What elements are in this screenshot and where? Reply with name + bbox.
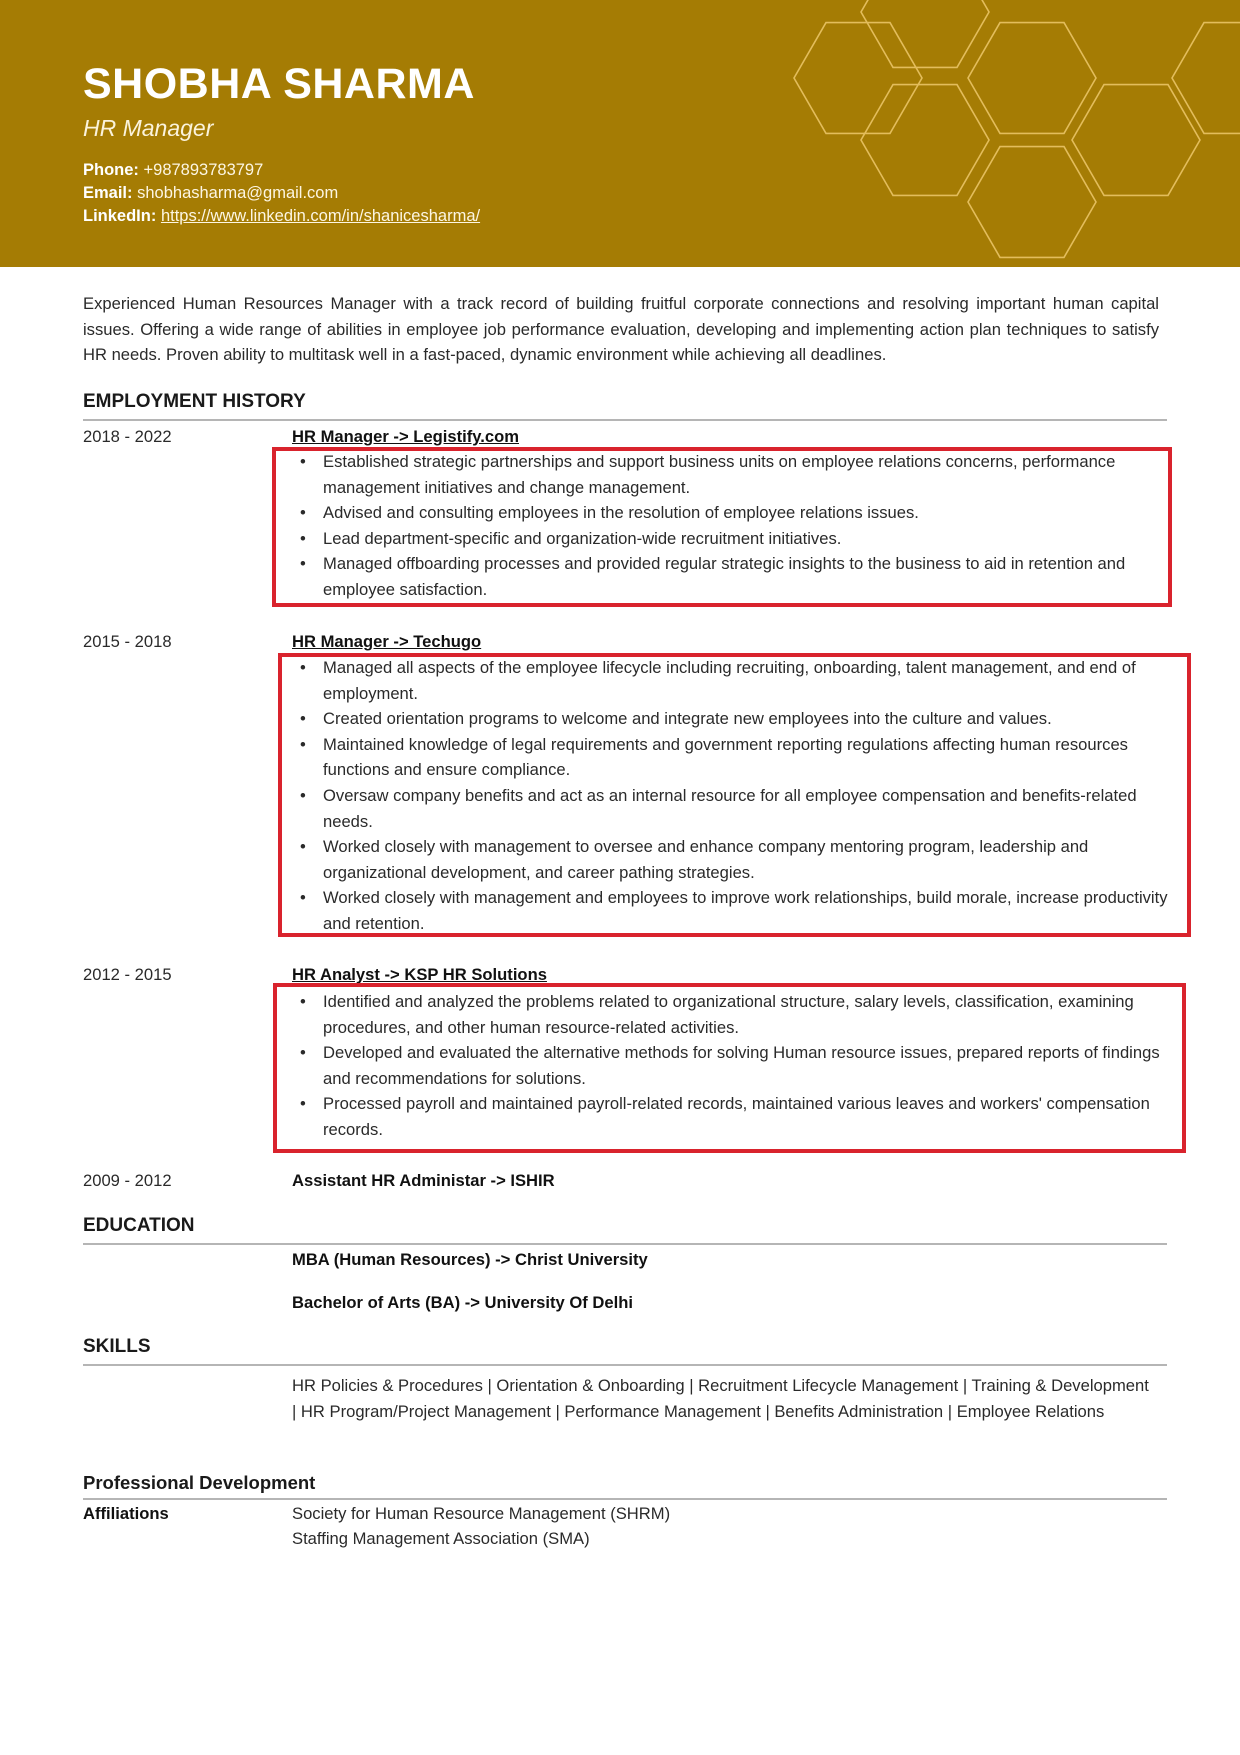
list-item: • Worked closely with management to overs… (292, 834, 1172, 885)
affiliation-item: Society for Human Resource Management (S… (292, 1504, 671, 1523)
contact-linkedin: LinkedIn: https://www.linkedin.com/in/sh… (83, 207, 480, 226)
list-item: • Established strategic partnerships and … (292, 449, 1172, 500)
phone-label: Phone: (83, 161, 139, 179)
candidate-role: HR Manager (83, 115, 214, 141)
education-heading: EDUCATION (83, 1215, 195, 1236)
job-dates: 2018 - 2022 (83, 427, 172, 446)
bullet-text: Worked closely with management to overse… (323, 837, 1089, 882)
email-label: Email: (83, 184, 133, 202)
phone-value: +987893783797 (143, 161, 264, 179)
affiliation-item: Staffing Management Association (SMA) (292, 1529, 590, 1548)
job-bullets: • Managed all aspects of the employee lif… (292, 655, 1172, 937)
hexagon-shape (967, 21, 1097, 135)
bullet-icon: • (300, 785, 306, 805)
list-item: • Identified and analyzed the problems re… (292, 989, 1172, 1040)
bullet-icon: • (300, 709, 306, 729)
section-divider (83, 1364, 1167, 1366)
employment-history-heading: EMPLOYMENT HISTORY (83, 391, 306, 412)
bullet-icon: • (300, 528, 306, 548)
bullet-icon: • (300, 992, 306, 1011)
hexagon-shape (860, 83, 990, 197)
contact-email: Email: shobhasharma@gmail.com (83, 184, 338, 203)
list-item: • Maintained knowledge of legal requireme… (292, 732, 1172, 783)
bullet-icon: • (300, 888, 306, 908)
skills-heading: SKILLS (83, 1336, 151, 1357)
job-dates: 2009 - 2012 (83, 1171, 172, 1190)
bullet-text: Managed offboarding processes and provid… (323, 554, 1126, 599)
candidate-name: SHOBHA SHARMA (83, 60, 475, 108)
list-item: • Developed and evaluated the alternative… (292, 1040, 1172, 1091)
skills-list: HR Policies & Procedures | Orientation &… (292, 1376, 1149, 1421)
bullet-icon: • (300, 554, 306, 574)
job-title: Assistant HR Administar -> ISHIR (292, 1171, 555, 1190)
list-item: • Managed offboarding processes and provi… (292, 551, 1172, 602)
bullet-icon: • (300, 658, 306, 677)
job-bullets: • Identified and analyzed the problems re… (292, 989, 1172, 1143)
bullet-text: Established strategic partnerships and s… (323, 452, 1116, 497)
education-item: MBA (Human Resources) -> Christ Universi… (292, 1250, 648, 1269)
linkedin-label: LinkedIn: (83, 207, 157, 225)
bullet-text: Created orientation programs to welcome … (323, 709, 1052, 729)
professional-development-heading: Professional Development (83, 1472, 316, 1493)
bullet-icon: • (300, 837, 306, 857)
affiliations-label: Affiliations (83, 1504, 169, 1523)
list-item: • Created orientation programs to welcome… (292, 706, 1172, 732)
hexagon-shape (860, 0, 990, 69)
section-divider (83, 419, 1167, 421)
job-bullets: • Established strategic partnerships and … (292, 449, 1172, 603)
bullet-text: Worked closely with management and emplo… (323, 888, 1168, 933)
bullet-text: Advised and consulting employees in the … (323, 503, 919, 523)
hexagon-shape (1171, 21, 1240, 135)
bullet-icon: • (300, 734, 306, 754)
bullet-text: Developed and evaluated the alternative … (323, 1043, 1160, 1088)
linkedin-link[interactable]: https://www.linkedin.com/in/shanicesharm… (161, 207, 480, 225)
hexagon-shape (967, 145, 1097, 259)
section-divider (83, 1498, 1167, 1500)
education-item: Bachelor of Arts (BA) -> University Of D… (292, 1293, 633, 1312)
bullet-text: Processed payroll and maintained payroll… (323, 1094, 1150, 1139)
section-divider (83, 1243, 1167, 1245)
list-item: • Worked closely with management and empl… (292, 885, 1172, 936)
list-item: • Advised and consulting employees in the… (292, 500, 1172, 526)
list-item: • Oversaw company benefits and act as an … (292, 783, 1172, 834)
job-title: HR Manager -> Legistify.com (292, 427, 519, 446)
job-dates: 2015 - 2018 (83, 632, 172, 651)
resume-header: SHOBHA SHARMA HR Manager Phone: +9878937… (0, 0, 1240, 267)
bullet-icon: • (300, 452, 306, 471)
bullet-icon: • (300, 1094, 306, 1114)
bullet-icon: • (300, 1043, 306, 1063)
bullet-text: Lead department-specific and organizatio… (323, 528, 842, 548)
bullet-text: Oversaw company benefits and act as an i… (323, 785, 1137, 831)
list-item: • Processed payroll and maintained payrol… (292, 1091, 1172, 1142)
bullet-text: Maintained knowledge of legal requiremen… (323, 734, 1128, 780)
job-dates: 2012 - 2015 (83, 965, 172, 984)
job-title: HR Manager -> Techugo (292, 632, 482, 651)
hexagon-shape (793, 21, 923, 135)
hexagon-shape (1071, 83, 1201, 197)
list-item: • Lead department-specific and organizati… (292, 526, 1172, 552)
professional-summary: Experienced Human Resources Manager with… (83, 294, 1159, 364)
list-item: • Managed all aspects of the employee lif… (292, 655, 1172, 706)
contact-phone: Phone: +987893783797 (83, 161, 263, 180)
job-title: HR Analyst -> KSP HR Solutions (292, 965, 547, 984)
bullet-text: Identified and analyzed the problems rel… (323, 992, 1134, 1037)
bullet-icon: • (300, 503, 306, 523)
bullet-text: Managed all aspects of the employee life… (323, 658, 1136, 703)
email-value: shobhasharma@gmail.com (137, 184, 339, 202)
